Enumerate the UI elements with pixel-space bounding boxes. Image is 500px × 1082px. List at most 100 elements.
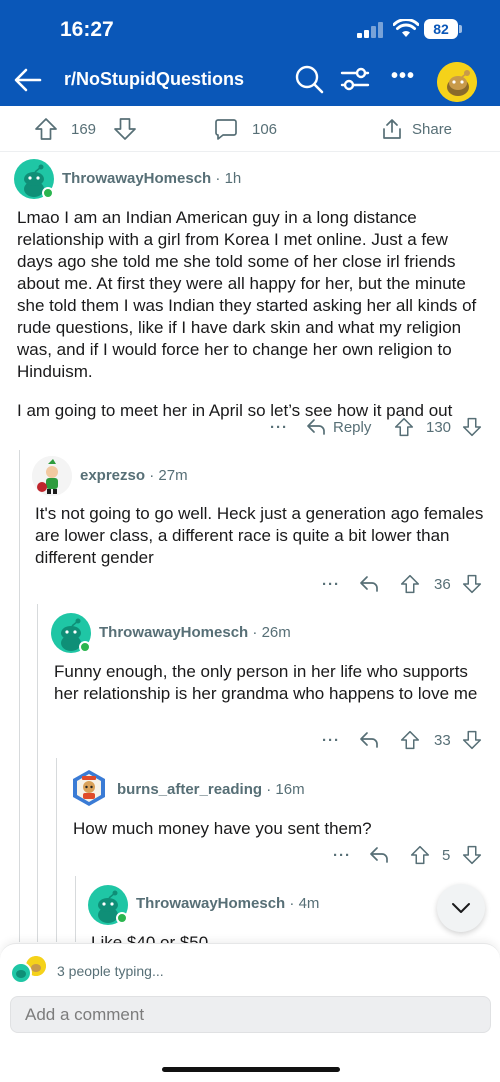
comment-bubble-icon	[215, 119, 237, 140]
back-arrow-icon[interactable]	[12, 64, 44, 96]
comment-body: It's not going to go well. Heck just a g…	[35, 503, 485, 569]
comment-downvote-button[interactable]	[462, 843, 482, 867]
filter-sliders-icon[interactable]	[340, 64, 370, 94]
comment-age: 27m	[158, 467, 188, 484]
reply-arrow-icon	[360, 576, 378, 592]
comment-composer: 3 people typing... Add a comment	[0, 943, 500, 1082]
post-share-button[interactable]: Share	[380, 116, 452, 142]
comment-more-icon[interactable]: ···	[322, 572, 340, 596]
user-avatar[interactable]	[437, 62, 477, 102]
comment-vote-count: 33	[434, 731, 451, 749]
post-vote-count: 169	[71, 120, 97, 138]
comment-vote-count: 5	[442, 846, 451, 864]
share-icon	[383, 119, 401, 139]
downvote-icon	[462, 845, 482, 865]
post-upvote-button[interactable]	[34, 116, 58, 142]
status-time: 16:27	[60, 18, 114, 41]
comment-meta: ThrowawayHomesch · 26m	[99, 624, 291, 641]
reply-arrow-icon	[370, 847, 388, 863]
comment-downvote-button[interactable]	[462, 415, 482, 439]
comment-age: 26m	[261, 624, 291, 641]
upvote-icon	[400, 730, 420, 750]
reply-arrow-icon	[360, 732, 378, 748]
post-comment-count: 106	[252, 120, 278, 138]
comment-vote-count: 130	[426, 418, 452, 436]
comment-downvote-button[interactable]	[462, 572, 482, 596]
battery-icon: 82	[424, 19, 458, 39]
battery-tip	[459, 25, 462, 33]
home-indicator	[162, 1067, 340, 1072]
comment-actions: ··· Reply 130	[0, 415, 500, 439]
comment-meta: burns_after_reading · 16m	[117, 781, 305, 798]
comment-age: 4m	[298, 895, 320, 912]
more-options-icon[interactable]: •••	[388, 66, 418, 94]
comment-username[interactable]: exprezso	[80, 467, 145, 484]
post-comments-button[interactable]	[214, 116, 238, 142]
comment-actions: ··· 5	[0, 843, 500, 867]
downvote-icon	[114, 118, 136, 140]
comment-actions: ··· 36	[0, 572, 500, 596]
thread-line-level-4	[75, 876, 76, 942]
comment-paragraph: How much money have you sent them?	[73, 819, 372, 838]
comment-upvote-button[interactable]	[410, 843, 430, 867]
add-comment-input[interactable]: Add a comment	[10, 996, 491, 1033]
comment-paragraph: It's not going to go well. Heck just a g…	[35, 504, 484, 567]
thread-line-level-2	[37, 604, 38, 942]
subreddit-title[interactable]: r/NoStupidQuestions	[64, 69, 244, 90]
online-status-dot	[79, 641, 91, 653]
wifi-icon	[393, 19, 419, 37]
comment-age: 1h	[224, 170, 242, 187]
comment-body: How much money have you sent them?	[73, 818, 483, 840]
upvote-icon	[410, 845, 430, 865]
upvote-icon	[400, 574, 420, 594]
reply-button[interactable]	[358, 572, 380, 596]
comment-paragraph: Lmao I am an Indian American guy in a lo…	[17, 208, 477, 381]
downvote-icon	[462, 574, 482, 594]
reply-button[interactable]: Reply	[305, 415, 371, 439]
comment-vote-count: 36	[434, 575, 451, 593]
comment-age: 16m	[275, 781, 305, 798]
share-label: Share	[412, 120, 453, 138]
comment-avatar[interactable]	[69, 768, 109, 808]
downvote-icon	[462, 417, 482, 437]
scroll-down-button[interactable]	[437, 884, 485, 932]
post-action-bar: 169 106 Share	[0, 106, 500, 152]
reply-button[interactable]	[358, 728, 380, 752]
comment-meta: exprezso · 27m	[80, 467, 188, 484]
comment-paragraph: Funny enough, the only person in her lif…	[54, 662, 478, 703]
online-status-dot	[42, 187, 54, 199]
comment-upvote-button[interactable]	[400, 728, 420, 752]
comment-username[interactable]: ThrowawayHomesch	[136, 895, 285, 912]
elf-avatar-icon	[32, 456, 72, 496]
comment-upvote-button[interactable]	[400, 572, 420, 596]
comment-actions: ··· 33	[0, 728, 500, 752]
chevron-down-icon	[452, 903, 470, 913]
online-status-dot	[116, 912, 128, 924]
upvote-icon	[394, 417, 414, 437]
app-header: 16:27 82 r/NoStupidQuestions •••	[0, 0, 500, 106]
comment-meta: ThrowawayHomesch · 4m	[136, 895, 320, 912]
comment-more-icon[interactable]: ···	[270, 415, 288, 439]
comment-username[interactable]: burns_after_reading	[117, 781, 262, 798]
post-downvote-button[interactable]	[113, 116, 137, 142]
reply-arrow-icon	[307, 419, 325, 435]
cell-signal-icon	[357, 22, 385, 38]
comment-body: Funny enough, the only person in her lif…	[54, 661, 484, 705]
comment-more-icon[interactable]: ···	[322, 728, 340, 752]
comment-more-icon[interactable]: ···	[333, 843, 351, 867]
badge-avatar-icon	[73, 770, 105, 806]
comment-username[interactable]: ThrowawayHomesch	[99, 624, 248, 641]
reply-label: Reply	[333, 418, 372, 436]
thread-line-level-1	[19, 450, 20, 942]
search-icon[interactable]	[294, 64, 324, 94]
comment-avatar[interactable]	[32, 456, 72, 496]
upvote-icon	[35, 118, 57, 140]
comment-username[interactable]: ThrowawayHomesch	[62, 170, 211, 187]
comment-body: Lmao I am an Indian American guy in a lo…	[17, 207, 487, 422]
typing-avatar	[10, 962, 32, 984]
reply-button[interactable]	[368, 843, 390, 867]
comment-downvote-button[interactable]	[462, 728, 482, 752]
comment-meta: ThrowawayHomesch · 1h	[62, 170, 242, 187]
comment-upvote-button[interactable]	[394, 415, 414, 439]
typing-indicator: 3 people typing...	[57, 963, 164, 979]
